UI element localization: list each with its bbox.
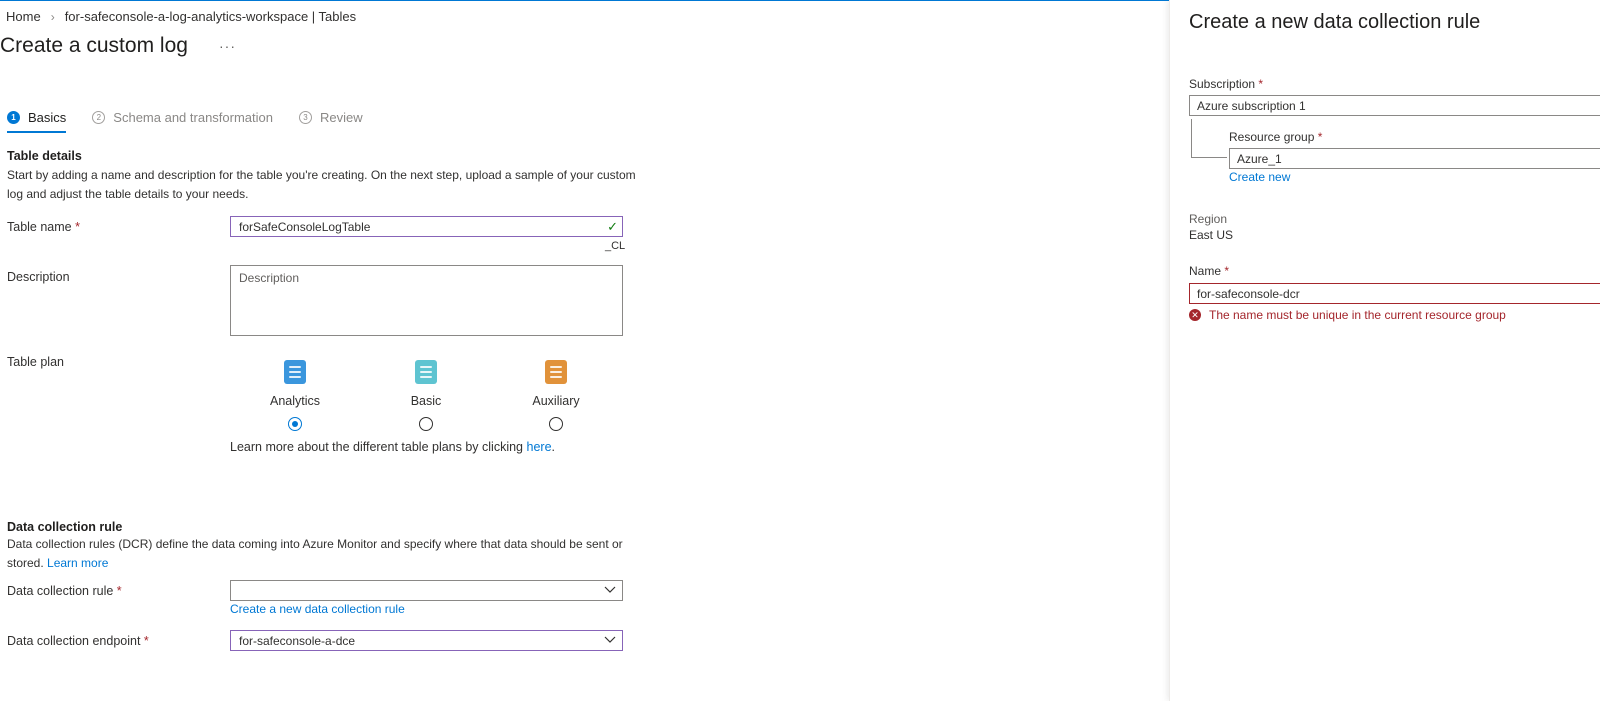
plan-radio-basic[interactable] bbox=[419, 417, 433, 431]
required-mark: * bbox=[1317, 130, 1323, 144]
analytics-table-icon bbox=[284, 360, 306, 384]
chevron-down-icon bbox=[604, 636, 616, 643]
required-mark: * bbox=[143, 634, 149, 648]
dcr-endpoint-dropdown[interactable]: for-safeconsole-a-dce bbox=[230, 630, 623, 651]
plan-radio-auxiliary[interactable] bbox=[549, 417, 563, 431]
tab-schema-and-transformation[interactable]: 2 Schema and transformation bbox=[92, 110, 273, 125]
create-dcr-side-panel: Create a new data collection rule Subscr… bbox=[1169, 0, 1600, 701]
learn-text: Learn more about the different table pla… bbox=[230, 440, 524, 454]
name-error-message: ✕ The name must be unique in the current… bbox=[1189, 308, 1506, 322]
desc-line: stored. Learn more bbox=[7, 554, 623, 573]
region-value: East US bbox=[1189, 228, 1234, 242]
step-number: 1 bbox=[7, 111, 20, 124]
tree-connector bbox=[1191, 157, 1227, 158]
table-name-value: forSafeConsoleLogTable bbox=[239, 220, 371, 234]
plan-radio-analytics[interactable] bbox=[288, 417, 302, 431]
table-name-input[interactable]: forSafeConsoleLogTable ✓ bbox=[230, 216, 623, 237]
tree-connector bbox=[1191, 119, 1192, 157]
step-label: Basics bbox=[28, 110, 67, 125]
name-label: Name * bbox=[1189, 264, 1229, 278]
learn-more-link[interactable]: Learn more bbox=[47, 556, 108, 570]
dcr-rule-label: Data collection rule * bbox=[7, 584, 122, 598]
table-plan-label: Table plan bbox=[7, 355, 64, 369]
required-mark: * bbox=[1258, 77, 1264, 91]
dcr-endpoint-value: for-safeconsole-a-dce bbox=[239, 634, 356, 648]
plan-analytics[interactable]: Analytics bbox=[250, 360, 340, 431]
region-label: Region bbox=[1189, 212, 1228, 226]
main-blade: Home › for-safeconsole-a-log-analytics-w… bbox=[0, 0, 1193, 701]
label-text: Subscription bbox=[1189, 77, 1256, 91]
side-panel-title: Create a new data collection rule bbox=[1189, 11, 1481, 33]
step-label: Review bbox=[320, 110, 363, 125]
create-new-dcr-link[interactable]: Create a new data collection rule bbox=[230, 602, 405, 616]
app-root: Home › for-safeconsole-a-log-analytics-w… bbox=[0, 0, 1600, 701]
table-details-heading: Table details bbox=[7, 149, 82, 163]
dcr-heading: Data collection rule bbox=[7, 520, 123, 534]
breadcrumb: Home › for-safeconsole-a-log-analytics-w… bbox=[6, 9, 356, 24]
wizard-steps: 1 Basics 2 Schema and transformation 3 R… bbox=[7, 110, 389, 133]
tab-review[interactable]: 3 Review bbox=[299, 110, 363, 125]
resource-group-label: Resource group * bbox=[1229, 130, 1322, 144]
plan-label: Auxiliary bbox=[532, 394, 580, 408]
plan-basic[interactable]: Basic bbox=[381, 360, 471, 431]
error-text: The name must be unique in the current r… bbox=[1209, 308, 1506, 322]
description-input[interactable]: Description bbox=[230, 265, 623, 336]
table-name-label: Table name * bbox=[7, 220, 80, 234]
subscription-label: Subscription * bbox=[1189, 77, 1263, 91]
label-text: Resource group bbox=[1229, 130, 1315, 144]
checkmark-icon: ✓ bbox=[607, 219, 618, 234]
required-mark: * bbox=[1224, 264, 1230, 278]
breadcrumb-home[interactable]: Home bbox=[6, 9, 41, 24]
basic-table-icon bbox=[415, 360, 437, 384]
here-link[interactable]: here bbox=[527, 440, 552, 454]
description-label: Description bbox=[7, 270, 70, 284]
auxiliary-table-icon bbox=[545, 360, 567, 384]
chevron-down-icon bbox=[604, 586, 616, 593]
table-plan-options: Analytics Basic Auxiliary bbox=[230, 360, 623, 432]
dcr-endpoint-label: Data collection endpoint * bbox=[7, 634, 149, 648]
tab-basics[interactable]: 1 Basics bbox=[7, 110, 67, 133]
page-title: Create a custom log bbox=[0, 34, 188, 57]
table-plans-learn-more: Learn more about the different table pla… bbox=[230, 440, 555, 454]
desc-line: log and adjust the table details to your… bbox=[7, 187, 249, 201]
dcr-rule-dropdown[interactable] bbox=[230, 580, 623, 601]
plan-auxiliary[interactable]: Auxiliary bbox=[511, 360, 601, 431]
resource-group-dropdown[interactable]: Azure_1 bbox=[1229, 148, 1600, 169]
required-mark: * bbox=[116, 584, 122, 598]
breadcrumb-chevron-icon: › bbox=[50, 9, 55, 24]
step-label: Schema and transformation bbox=[113, 110, 273, 125]
error-icon: ✕ bbox=[1189, 309, 1201, 321]
required-mark: * bbox=[75, 220, 80, 234]
subscription-dropdown[interactable]: Azure subscription 1 bbox=[1189, 95, 1600, 116]
plan-label: Basic bbox=[410, 394, 442, 408]
more-options-icon[interactable]: ··· bbox=[219, 38, 236, 54]
create-new-resource-group-link[interactable]: Create new bbox=[1229, 170, 1290, 184]
breadcrumb-workspace[interactable]: for-safeconsole-a-log-analytics-workspac… bbox=[65, 9, 356, 24]
dcr-name-input[interactable]: for-safeconsole-dcr bbox=[1189, 283, 1600, 304]
period: . bbox=[551, 440, 556, 454]
step-number: 3 bbox=[299, 111, 312, 124]
step-number: 2 bbox=[92, 111, 106, 124]
label-text: Table name bbox=[7, 220, 72, 234]
table-suffix: _CL bbox=[605, 240, 626, 252]
dcr-description: Data collection rules (DCR) define the d… bbox=[7, 535, 623, 573]
plan-label: Analytics bbox=[269, 394, 321, 408]
label-text: Name bbox=[1189, 264, 1222, 278]
desc-line: Start by adding a name and description f… bbox=[7, 168, 636, 182]
label-text: Data collection endpoint bbox=[7, 634, 141, 648]
label-text: Data collection rule bbox=[7, 584, 114, 598]
table-details-description: Start by adding a name and description f… bbox=[7, 166, 636, 204]
desc-line: Data collection rules (DCR) define the d… bbox=[7, 537, 623, 551]
desc-text: stored. bbox=[7, 556, 44, 570]
